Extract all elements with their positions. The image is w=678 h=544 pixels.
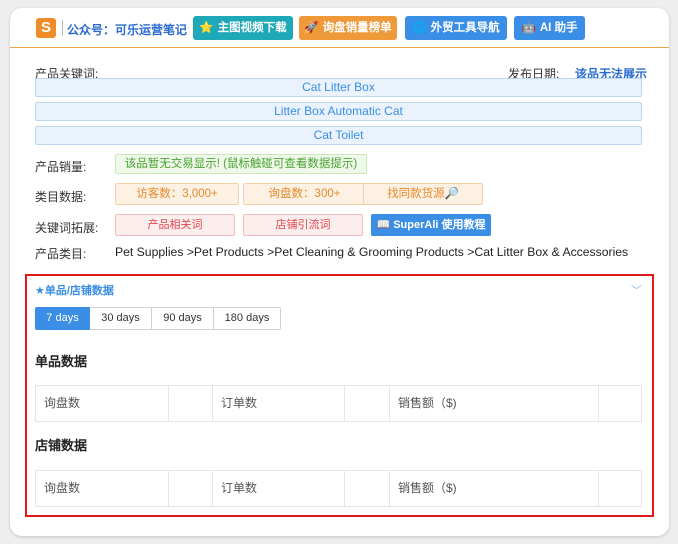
orders-value xyxy=(345,471,390,506)
extension-card: S 公众号：可乐运营笔记 ⭐ 主图视频下载 🚀 询盘销量榜单 🌐 外贸工具导航 🤖 AI… xyxy=(10,8,669,536)
category-path: Pet Supplies >Pet Products >Pet Cleaning… xyxy=(115,245,629,259)
find-source-button[interactable]: 找同款货源🔎 xyxy=(363,183,483,205)
single-product-stats-table: 询盘数 订单数 销售额（$) xyxy=(35,385,642,422)
globe-icon: 🌐 xyxy=(412,22,427,34)
toolbar-divider xyxy=(62,20,63,36)
sales-status-badge[interactable]: 该品暂无交易显示! (鼠标触碰可查看数据提示) xyxy=(115,154,367,174)
inquiry-sales-ranking-button[interactable]: 🚀 询盘销量榜单 xyxy=(299,16,397,40)
category-data-label: 类目数据: xyxy=(35,190,87,204)
inquiries-badge: 询盘数：300+ xyxy=(243,183,366,205)
toolbar: S 公众号：可乐运营笔记 ⭐ 主图视频下载 🚀 询盘销量榜单 🌐 外贸工具导航 🤖 AI… xyxy=(10,8,669,48)
tab-30-days[interactable]: 30 days xyxy=(90,307,152,330)
app-logo-icon: S xyxy=(36,18,56,38)
inquiries-header: 询盘数 xyxy=(36,471,169,506)
trade-tools-nav-button[interactable]: 🌐 外贸工具导航 xyxy=(405,16,507,40)
stats-panel-title[interactable]: ★单品/店铺数据 xyxy=(35,282,114,298)
rocket-icon: 🚀 xyxy=(304,22,319,34)
tab-180-days[interactable]: 180 days xyxy=(214,307,281,330)
keyword-bar[interactable]: Cat Toilet xyxy=(35,126,642,145)
star-icon: ⭐ xyxy=(199,22,214,34)
ai-assistant-button[interactable]: 🤖 AI 助手 xyxy=(514,16,585,40)
store-title: 店铺数据 xyxy=(35,438,88,453)
tab-7-days[interactable]: 7 days xyxy=(35,307,90,330)
period-tabs: 7 days 30 days 90 days 180 days xyxy=(35,307,281,330)
visitors-badge: 访客数：3,000+ xyxy=(115,183,239,205)
inquiries-header: 询盘数 xyxy=(36,386,169,421)
chevron-down-icon[interactable]: ﹀ xyxy=(631,282,642,298)
tab-90-days[interactable]: 90 days xyxy=(152,307,214,330)
public-account-label: 公众号：可乐运营笔记 xyxy=(67,23,188,37)
stats-panel: ★单品/店铺数据 ﹀ 7 days 30 days 90 days 180 da… xyxy=(25,274,654,517)
inquiries-value xyxy=(169,471,213,506)
superali-tutorial-button[interactable]: 📖 SuperAli 使用教程 xyxy=(371,214,491,236)
sales-amount-header: 销售额（$) xyxy=(390,471,599,506)
main-video-download-button[interactable]: ⭐ 主图视频下载 xyxy=(193,16,293,40)
sales-amount-header: 销售额（$) xyxy=(390,386,599,421)
single-product-title: 单品数据 xyxy=(35,354,88,369)
related-keywords-button[interactable]: 产品相关词 xyxy=(115,214,235,236)
store-traffic-keywords-button[interactable]: 店铺引流词 xyxy=(243,214,363,236)
sales-label: 产品销量: xyxy=(35,160,87,174)
store-stats-table: 询盘数 订单数 销售额（$) xyxy=(35,470,642,507)
robot-icon: 🤖 xyxy=(521,22,536,34)
sales-amount-value xyxy=(599,471,641,506)
keyword-bar[interactable]: Litter Box Automatic Cat xyxy=(35,102,642,121)
orders-header: 订单数 xyxy=(213,386,345,421)
inquiries-value xyxy=(169,386,213,421)
sales-amount-value xyxy=(599,386,641,421)
category-label: 产品类目: xyxy=(35,247,87,261)
keyword-expand-label: 关键词拓展: xyxy=(35,221,99,235)
orders-value xyxy=(345,386,390,421)
orders-header: 订单数 xyxy=(213,471,345,506)
keyword-bar[interactable]: Cat Litter Box xyxy=(35,78,642,97)
